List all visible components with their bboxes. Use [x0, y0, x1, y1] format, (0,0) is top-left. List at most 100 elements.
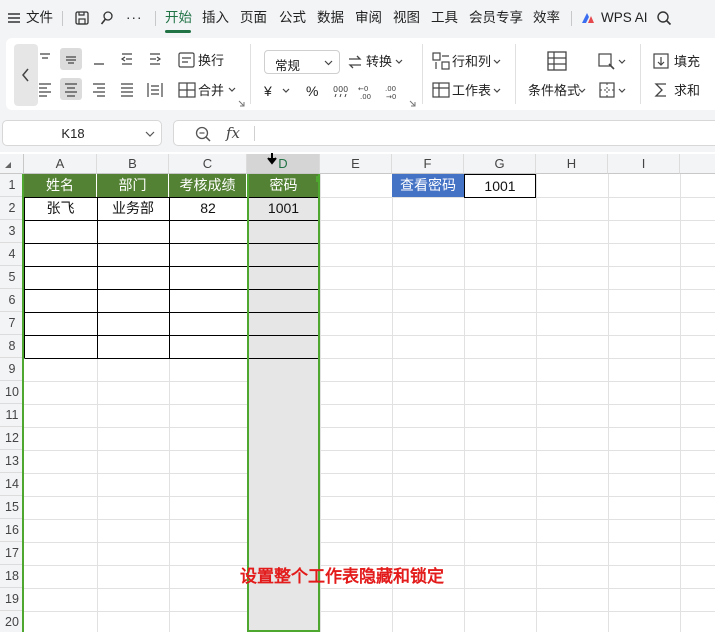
- column-header-partial[interactable]: [680, 154, 715, 174]
- row-header-4[interactable]: 4: [0, 243, 24, 266]
- sum-icon: [654, 83, 666, 97]
- chevron-down-icon: [282, 88, 290, 93]
- tab-data[interactable]: 数据: [317, 9, 344, 27]
- conditional-format-button[interactable]: 条件格式: [528, 83, 580, 99]
- menu-divider: [155, 11, 156, 26]
- insert-function-button[interactable]: fx: [226, 124, 240, 142]
- chevron-down-icon: [578, 88, 586, 93]
- row-header-19[interactable]: 19: [0, 588, 24, 611]
- align-right-icon[interactable]: [88, 78, 110, 100]
- menu-divider: [62, 11, 63, 26]
- column-header-c[interactable]: C: [169, 154, 247, 174]
- column-header-g[interactable]: G: [464, 154, 536, 174]
- decrease-indent-icon[interactable]: [116, 48, 138, 70]
- chevron-down-icon: [395, 59, 403, 64]
- tab-efficiency[interactable]: 效率: [533, 9, 560, 27]
- select-column-cursor-icon: [267, 153, 277, 165]
- row-header-18[interactable]: 18: [0, 565, 24, 588]
- align-center-icon[interactable]: [60, 78, 82, 100]
- tab-tools[interactable]: 工具: [431, 9, 458, 27]
- file-menu[interactable]: 文件: [26, 9, 53, 27]
- chevron-down-icon: [618, 88, 626, 93]
- zoom-icon[interactable]: [194, 125, 212, 143]
- formula-input[interactable]: fx: [173, 120, 715, 146]
- align-top-icon[interactable]: [34, 48, 56, 70]
- column-header-e[interactable]: E: [320, 154, 392, 174]
- column-header-a[interactable]: A: [24, 154, 97, 174]
- view-password-label[interactable]: 查看密码: [392, 174, 464, 197]
- wps-ai-button[interactable]: WPS AI: [601, 9, 648, 27]
- save-icon[interactable]: [74, 10, 90, 26]
- merge-button[interactable]: 合并: [198, 83, 224, 99]
- row-header-12[interactable]: 12: [0, 427, 24, 450]
- align-left-icon[interactable]: [34, 78, 56, 100]
- tab-home[interactable]: 开始: [165, 9, 192, 27]
- format-painter-icon[interactable]: [99, 10, 115, 26]
- row-header-6[interactable]: 6: [0, 289, 24, 312]
- currency-format-button[interactable]: ¥: [264, 83, 272, 99]
- tab-page[interactable]: 页面: [240, 9, 267, 27]
- tab-formula[interactable]: 公式: [279, 9, 306, 27]
- menu-icon[interactable]: [6, 10, 22, 26]
- column-header-i[interactable]: I: [608, 154, 680, 174]
- lookup-value-cell[interactable]: 1001: [464, 174, 536, 198]
- row-header-5[interactable]: 5: [0, 266, 24, 289]
- chevron-down-icon: [618, 59, 626, 64]
- row-header-10[interactable]: 10: [0, 381, 24, 404]
- fill-button[interactable]: 填充: [674, 54, 700, 70]
- name-box[interactable]: K18: [2, 120, 162, 146]
- thousands-separator-icon[interactable]: 000: [330, 80, 352, 102]
- column-header-f[interactable]: F: [392, 154, 464, 174]
- rows-columns-button[interactable]: 行和列: [452, 54, 491, 70]
- align-bottom-icon[interactable]: [88, 48, 110, 70]
- row-header-16[interactable]: 16: [0, 519, 24, 542]
- increase-decimal-icon[interactable]: ←0.00: [356, 80, 378, 102]
- borders-icon[interactable]: [596, 79, 618, 101]
- number-format-select[interactable]: 常规: [264, 50, 340, 74]
- row-header-13[interactable]: 13: [0, 450, 24, 473]
- active-tab-indicator: [165, 30, 191, 33]
- justify-icon[interactable]: [116, 78, 138, 100]
- row-header-3[interactable]: 3: [0, 220, 24, 243]
- svg-text:.00: .00: [385, 85, 396, 93]
- select-all-corner[interactable]: [0, 154, 24, 174]
- row-header-9[interactable]: 9: [0, 358, 24, 381]
- column-header-b[interactable]: B: [97, 154, 169, 174]
- chevron-down-icon: [324, 60, 333, 66]
- dialog-launcher-icon[interactable]: [238, 100, 245, 107]
- row-header-17[interactable]: 17: [0, 542, 24, 565]
- row-header-8[interactable]: 8: [0, 335, 24, 358]
- column-header-h[interactable]: H: [536, 154, 608, 174]
- worksheet-button[interactable]: 工作表: [452, 83, 491, 99]
- row-header-20[interactable]: 20: [0, 611, 24, 632]
- row-header-15[interactable]: 15: [0, 496, 24, 519]
- dialog-launcher-icon[interactable]: [409, 100, 416, 107]
- cell-reference: K18: [61, 126, 85, 141]
- row-header-14[interactable]: 14: [0, 473, 24, 496]
- cell-style-icon[interactable]: [596, 50, 618, 72]
- row-header-7[interactable]: 7: [0, 312, 24, 335]
- column-header-d[interactable]: D: [247, 154, 320, 174]
- tab-member[interactable]: 会员专享: [469, 9, 523, 27]
- decrease-decimal-icon[interactable]: .00→0: [382, 80, 404, 102]
- more-menu[interactable]: ···: [126, 9, 143, 27]
- sum-button[interactable]: 求和: [674, 83, 700, 99]
- row-header-1[interactable]: 1: [0, 174, 24, 197]
- tab-view[interactable]: 视图: [393, 9, 420, 27]
- search-icon[interactable]: [656, 10, 672, 26]
- increase-indent-icon[interactable]: [144, 48, 166, 70]
- row-header-2[interactable]: 2: [0, 197, 24, 220]
- distributed-align-icon[interactable]: [144, 78, 166, 100]
- align-middle-icon[interactable]: [60, 48, 82, 70]
- tab-insert[interactable]: 插入: [202, 9, 229, 27]
- percent-format-button[interactable]: %: [306, 83, 318, 99]
- tab-review[interactable]: 审阅: [355, 9, 382, 27]
- wrap-text-button[interactable]: 换行: [198, 53, 224, 69]
- row-header-11[interactable]: 11: [0, 404, 24, 427]
- table-borders: [24, 197, 320, 359]
- fill-handle[interactable]: [316, 176, 320, 182]
- convert-button[interactable]: 转换: [366, 54, 392, 70]
- formula-divider: [254, 126, 255, 141]
- chevron-down-icon: [228, 87, 236, 92]
- ribbon: 换行 合并 常规 转换 ¥ % 000 ←0.00 .00 →0 行和列 工作表…: [0, 36, 715, 112]
